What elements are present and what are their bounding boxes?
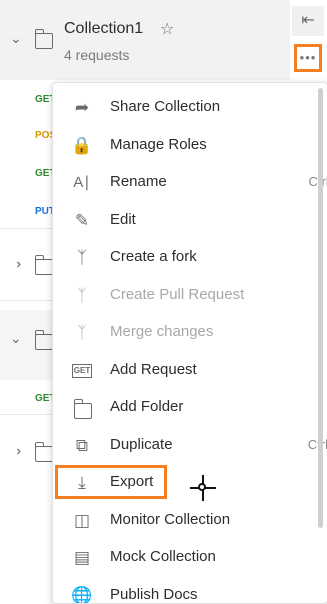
duplicate-icon: ⧉ bbox=[75, 436, 89, 455]
menu-item-create-pull-request: ᛉ Create Pull Request bbox=[53, 277, 313, 314]
chevron-right-icon[interactable]: ⌄ bbox=[7, 446, 24, 458]
menu-item-label: Rename bbox=[110, 173, 167, 190]
collection-subtitle: 4 requests bbox=[64, 47, 130, 63]
server-icon: ▤ bbox=[73, 548, 91, 567]
menu-item-rename[interactable]: A∣ Rename Ctrl+E bbox=[53, 164, 327, 201]
menu-item-label: Monitor Collection bbox=[110, 511, 231, 528]
menu-item-share-collection[interactable]: ➦ Share Collection bbox=[53, 89, 313, 126]
menu-item-merge-changes: ᛉ Merge changes bbox=[53, 314, 313, 351]
menu-item-label: Publish Docs bbox=[110, 586, 198, 603]
folder-icon bbox=[34, 330, 53, 350]
menu-item-edit[interactable]: ✎ Edit bbox=[53, 202, 313, 239]
menu-item-label: Add Folder bbox=[110, 398, 184, 415]
chevron-right-icon[interactable]: ⌄ bbox=[7, 259, 24, 271]
share-icon: ➦ bbox=[74, 98, 90, 117]
pull-request-icon: ᛉ bbox=[76, 286, 88, 305]
menu-item-label: Duplicate bbox=[110, 436, 173, 453]
menu-item-publish-docs[interactable]: 🌐 Publish Docs bbox=[53, 577, 313, 604]
lock-icon: 🔒 bbox=[71, 136, 93, 155]
menu-item-manage-roles[interactable]: 🔒 Manage Roles bbox=[53, 127, 313, 164]
menu-scrollbar[interactable] bbox=[318, 88, 323, 528]
collection-context-menu: ➦ Share Collection 🔒 Manage Roles A∣ Ren… bbox=[52, 82, 327, 604]
export-highlight bbox=[55, 465, 167, 499]
menu-item-label: Manage Roles bbox=[110, 136, 207, 153]
menu-item-label: Create Pull Request bbox=[110, 286, 245, 303]
divider bbox=[0, 414, 55, 415]
star-icon[interactable]: ☆ bbox=[160, 19, 174, 39]
menu-item-create-fork[interactable]: ᛉ Create a fork bbox=[53, 239, 313, 276]
more-actions-button[interactable]: ••• bbox=[294, 44, 322, 72]
divider bbox=[0, 228, 55, 229]
menu-item-add-folder[interactable]: Add Folder bbox=[53, 389, 313, 426]
folder-plus-icon bbox=[73, 399, 92, 419]
folder-icon bbox=[34, 442, 53, 462]
chevron-down-icon[interactable]: ⌄ bbox=[10, 30, 22, 47]
menu-item-label: Share Collection bbox=[110, 98, 221, 115]
menu-item-label: Mock Collection bbox=[110, 548, 216, 565]
collection-title[interactable]: Collection1 bbox=[64, 20, 143, 38]
folder-icon bbox=[34, 29, 53, 49]
menu-item-label: Add Request bbox=[110, 361, 197, 378]
merge-icon: ᛉ bbox=[76, 323, 88, 342]
globe-icon: 🌐 bbox=[71, 586, 93, 604]
collapse-sidebar-button[interactable]: ⇤ bbox=[292, 6, 324, 36]
fork-icon: ᛉ bbox=[76, 248, 88, 267]
monitor-icon: ◫ bbox=[73, 511, 91, 530]
rename-icon: A∣ bbox=[73, 174, 91, 191]
divider bbox=[0, 300, 55, 301]
arrow-left-bar-icon: ⇤ bbox=[301, 12, 315, 29]
menu-item-label: Create a fork bbox=[110, 248, 197, 265]
pencil-icon: ✎ bbox=[74, 211, 90, 230]
menu-item-mock-collection[interactable]: ▤ Mock Collection bbox=[53, 539, 313, 576]
menu-item-monitor-collection[interactable]: ◫ Monitor Collection bbox=[53, 502, 313, 539]
folder-icon bbox=[34, 255, 53, 275]
menu-item-label: Merge changes bbox=[110, 323, 214, 340]
more-horizontal-icon: ••• bbox=[299, 50, 317, 65]
menu-item-label: Edit bbox=[110, 211, 136, 228]
chevron-down-icon[interactable]: ⌄ bbox=[10, 330, 22, 347]
cursor-crosshair-icon bbox=[190, 475, 216, 501]
menu-item-add-request[interactable]: GET Add Request bbox=[53, 352, 313, 389]
get-request-icon: GET bbox=[72, 364, 92, 378]
menu-item-duplicate[interactable]: ⧉ Duplicate Ctrl+D bbox=[53, 427, 327, 464]
